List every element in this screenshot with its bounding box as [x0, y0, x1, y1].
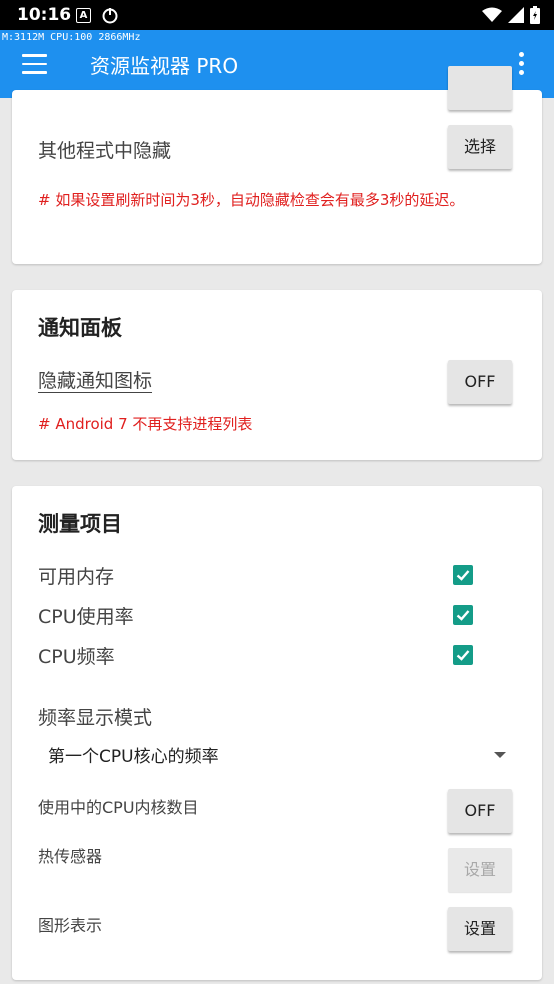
card-notification: 通知面板 隐藏通知图标 OFF # Android 7 不再支持进程列表 [12, 290, 542, 460]
cpu-usage-label: CPU使用率 [38, 606, 134, 628]
status-time: 10:16 [17, 5, 72, 25]
wifi-icon [482, 7, 502, 27]
card-hide: 其他程式中隐藏 选择 # 如果设置刷新时间为3秒，自动隐藏检查会有最多3秒的延迟… [12, 66, 542, 264]
more-options-icon[interactable] [519, 52, 524, 79]
select-button[interactable]: 选择 [448, 125, 512, 169]
free-memory-label: 可用内存 [38, 566, 115, 588]
hide-notification-icon-label[interactable]: 隐藏通知图标 [38, 366, 152, 393]
thermal-sensor-settings-button[interactable]: 设置 [448, 848, 512, 892]
refresh-note: # 如果设置刷新时间为3秒，自动隐藏检查会有最多3秒的延迟。 [38, 191, 465, 209]
notification-a-icon: A [76, 8, 91, 23]
battery-icon [530, 6, 540, 28]
check-icon [456, 570, 470, 581]
hidden-top-button[interactable] [448, 66, 512, 110]
active-cores-label: 使用中的CPU内核数目 [38, 798, 199, 817]
app-title: 资源监视器 PRO [90, 54, 239, 78]
notification-panel-title: 通知面板 [38, 316, 122, 340]
freq-mode-dropdown[interactable]: 第一个CPU核心的频率 [38, 736, 518, 772]
check-icon [456, 610, 470, 621]
cpu-usage-checkbox[interactable] [453, 605, 473, 625]
freq-mode-label: 频率显示模式 [38, 707, 153, 729]
android7-note: # Android 7 不再支持进程列表 [38, 415, 253, 433]
hide-notification-icon-toggle[interactable]: OFF [448, 360, 512, 404]
card-measure: 测量项目 可用内存 CPU使用率 CPU频率 频率显示模式 第一个CPU核心的频… [12, 486, 542, 980]
graph-display-label: 图形表示 [38, 916, 103, 935]
status-icons [482, 6, 540, 28]
signal-icon [508, 7, 524, 27]
cpu-frequency-label: CPU频率 [38, 646, 115, 668]
measure-items-title: 测量项目 [38, 512, 122, 536]
graph-display-settings-button[interactable]: 设置 [448, 907, 512, 951]
free-memory-checkbox[interactable] [453, 565, 473, 585]
active-cores-toggle[interactable]: OFF [448, 789, 512, 833]
dropdown-arrow-icon [494, 752, 506, 758]
check-icon [456, 650, 470, 661]
thermal-sensor-label: 热传感器 [38, 847, 103, 866]
power-icon [101, 6, 119, 28]
cpu-frequency-checkbox[interactable] [453, 645, 473, 665]
menu-icon[interactable] [22, 54, 47, 74]
resource-overlay: M:3112M CPU:100 2866MHz [2, 32, 141, 43]
freq-mode-value: 第一个CPU核心的频率 [48, 747, 219, 767]
status-bar: 10:16 A [0, 0, 554, 30]
hide-in-other-apps-label: 其他程式中隐藏 [38, 140, 172, 162]
